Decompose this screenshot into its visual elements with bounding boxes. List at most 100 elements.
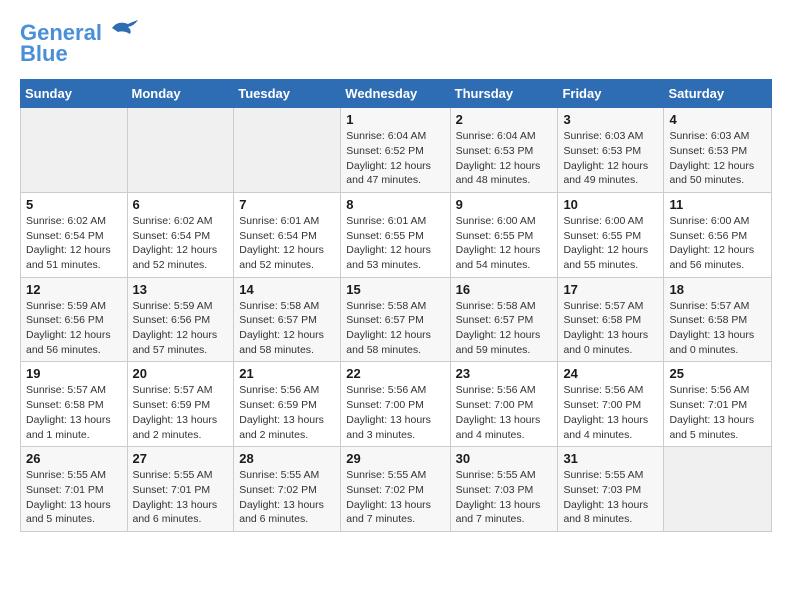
day-info: Sunrise: 5:56 AM Sunset: 6:59 PM Dayligh… xyxy=(239,383,335,442)
day-info: Sunrise: 5:55 AM Sunset: 7:01 PM Dayligh… xyxy=(133,468,229,527)
day-number: 16 xyxy=(456,282,553,297)
calendar-cell: 24 Sunrise: 5:56 AM Sunset: 7:00 PM Dayli… xyxy=(558,362,664,447)
calendar-cell: 18 Sunrise: 5:57 AM Sunset: 6:58 PM Dayli… xyxy=(664,277,772,362)
day-number: 18 xyxy=(669,282,766,297)
day-info: Sunrise: 6:03 AM Sunset: 6:53 PM Dayligh… xyxy=(669,129,766,188)
day-number: 9 xyxy=(456,197,553,212)
day-info: Sunrise: 6:01 AM Sunset: 6:54 PM Dayligh… xyxy=(239,214,335,273)
day-info: Sunrise: 5:56 AM Sunset: 7:00 PM Dayligh… xyxy=(346,383,444,442)
logo-bird-icon xyxy=(110,16,140,40)
weekday-header: Saturday xyxy=(664,80,772,108)
weekday-header: Thursday xyxy=(450,80,558,108)
calendar-cell: 8 Sunrise: 6:01 AM Sunset: 6:55 PM Daylig… xyxy=(341,192,450,277)
calendar-cell xyxy=(21,108,128,193)
calendar-cell: 4 Sunrise: 6:03 AM Sunset: 6:53 PM Daylig… xyxy=(664,108,772,193)
day-number: 10 xyxy=(563,197,658,212)
day-info: Sunrise: 5:55 AM Sunset: 7:02 PM Dayligh… xyxy=(346,468,444,527)
calendar-cell: 7Sunrise: 6:01 AM Sunset: 6:54 PM Daylig… xyxy=(234,192,341,277)
day-number: 31 xyxy=(563,451,658,466)
day-number: 11 xyxy=(669,197,766,212)
calendar-cell: 9 Sunrise: 6:00 AM Sunset: 6:55 PM Daylig… xyxy=(450,192,558,277)
day-number: 5 xyxy=(26,197,122,212)
weekday-header: Sunday xyxy=(21,80,128,108)
calendar-cell: 29 Sunrise: 5:55 AM Sunset: 7:02 PM Dayli… xyxy=(341,447,450,532)
calendar-cell: 12Sunrise: 5:59 AM Sunset: 6:56 PM Dayli… xyxy=(21,277,128,362)
calendar-cell: 23 Sunrise: 5:56 AM Sunset: 7:00 PM Dayli… xyxy=(450,362,558,447)
day-info: Sunrise: 5:55 AM Sunset: 7:03 PM Dayligh… xyxy=(456,468,553,527)
calendar-cell: 25 Sunrise: 5:56 AM Sunset: 7:01 PM Dayli… xyxy=(664,362,772,447)
day-info: Sunrise: 6:04 AM Sunset: 6:53 PM Dayligh… xyxy=(456,129,553,188)
day-number: 19 xyxy=(26,366,122,381)
day-number: 4 xyxy=(669,112,766,127)
calendar-cell xyxy=(664,447,772,532)
day-info: Sunrise: 5:56 AM Sunset: 7:00 PM Dayligh… xyxy=(563,383,658,442)
day-info: Sunrise: 6:00 AM Sunset: 6:55 PM Dayligh… xyxy=(456,214,553,273)
day-number: 24 xyxy=(563,366,658,381)
calendar-week-row: 1 Sunrise: 6:04 AM Sunset: 6:52 PM Daylig… xyxy=(21,108,772,193)
day-info: Sunrise: 5:59 AM Sunset: 6:56 PM Dayligh… xyxy=(26,299,122,358)
calendar-cell: 2 Sunrise: 6:04 AM Sunset: 6:53 PM Daylig… xyxy=(450,108,558,193)
day-info: Sunrise: 5:58 AM Sunset: 6:57 PM Dayligh… xyxy=(239,299,335,358)
day-info: Sunrise: 5:58 AM Sunset: 6:57 PM Dayligh… xyxy=(456,299,553,358)
calendar-cell: 3Sunrise: 6:03 AM Sunset: 6:53 PM Daylig… xyxy=(558,108,664,193)
day-number: 27 xyxy=(133,451,229,466)
day-number: 6 xyxy=(133,197,229,212)
calendar-cell: 31 Sunrise: 5:55 AM Sunset: 7:03 PM Dayli… xyxy=(558,447,664,532)
day-number: 2 xyxy=(456,112,553,127)
calendar-week-row: 19 Sunrise: 5:57 AM Sunset: 6:58 PM Dayli… xyxy=(21,362,772,447)
weekday-header: Friday xyxy=(558,80,664,108)
day-info: Sunrise: 6:03 AM Sunset: 6:53 PM Dayligh… xyxy=(563,129,658,188)
day-info: Sunrise: 5:55 AM Sunset: 7:03 PM Dayligh… xyxy=(563,468,658,527)
day-info: Sunrise: 6:02 AM Sunset: 6:54 PM Dayligh… xyxy=(133,214,229,273)
day-number: 15 xyxy=(346,282,444,297)
day-info: Sunrise: 5:57 AM Sunset: 6:58 PM Dayligh… xyxy=(26,383,122,442)
calendar-cell xyxy=(127,108,234,193)
day-number: 8 xyxy=(346,197,444,212)
logo: General Blue xyxy=(20,16,140,67)
day-info: Sunrise: 6:01 AM Sunset: 6:55 PM Dayligh… xyxy=(346,214,444,273)
day-number: 20 xyxy=(133,366,229,381)
calendar-cell: 1 Sunrise: 6:04 AM Sunset: 6:52 PM Daylig… xyxy=(341,108,450,193)
day-number: 29 xyxy=(346,451,444,466)
day-info: Sunrise: 5:57 AM Sunset: 6:58 PM Dayligh… xyxy=(669,299,766,358)
calendar-cell: 30 Sunrise: 5:55 AM Sunset: 7:03 PM Dayli… xyxy=(450,447,558,532)
day-number: 28 xyxy=(239,451,335,466)
page: General Blue SundayMondayTuesdayWednesda… xyxy=(0,0,792,548)
day-info: Sunrise: 5:56 AM Sunset: 7:01 PM Dayligh… xyxy=(669,383,766,442)
day-info: Sunrise: 6:04 AM Sunset: 6:52 PM Dayligh… xyxy=(346,129,444,188)
calendar-cell: 17Sunrise: 5:57 AM Sunset: 6:58 PM Dayli… xyxy=(558,277,664,362)
header: General Blue xyxy=(20,16,772,67)
weekday-header: Monday xyxy=(127,80,234,108)
calendar-cell: 13Sunrise: 5:59 AM Sunset: 6:56 PM Dayli… xyxy=(127,277,234,362)
day-number: 1 xyxy=(346,112,444,127)
day-number: 30 xyxy=(456,451,553,466)
calendar-cell: 14 Sunrise: 5:58 AM Sunset: 6:57 PM Dayli… xyxy=(234,277,341,362)
day-number: 21 xyxy=(239,366,335,381)
day-info: Sunrise: 5:55 AM Sunset: 7:02 PM Dayligh… xyxy=(239,468,335,527)
weekday-header: Wednesday xyxy=(341,80,450,108)
calendar-cell: 15 Sunrise: 5:58 AM Sunset: 6:57 PM Dayli… xyxy=(341,277,450,362)
day-number: 25 xyxy=(669,366,766,381)
day-info: Sunrise: 5:57 AM Sunset: 6:59 PM Dayligh… xyxy=(133,383,229,442)
calendar-cell: 26Sunrise: 5:55 AM Sunset: 7:01 PM Dayli… xyxy=(21,447,128,532)
calendar-cell xyxy=(234,108,341,193)
day-info: Sunrise: 5:56 AM Sunset: 7:00 PM Dayligh… xyxy=(456,383,553,442)
calendar-cell: 27 Sunrise: 5:55 AM Sunset: 7:01 PM Dayli… xyxy=(127,447,234,532)
day-number: 14 xyxy=(239,282,335,297)
calendar-table: SundayMondayTuesdayWednesdayThursdayFrid… xyxy=(20,79,772,532)
day-info: Sunrise: 5:57 AM Sunset: 6:58 PM Dayligh… xyxy=(563,299,658,358)
calendar-cell: 16 Sunrise: 5:58 AM Sunset: 6:57 PM Dayli… xyxy=(450,277,558,362)
calendar-cell: 11 Sunrise: 6:00 AM Sunset: 6:56 PM Dayli… xyxy=(664,192,772,277)
day-number: 13 xyxy=(133,282,229,297)
calendar-cell: 19 Sunrise: 5:57 AM Sunset: 6:58 PM Dayli… xyxy=(21,362,128,447)
calendar-cell: 20 Sunrise: 5:57 AM Sunset: 6:59 PM Dayli… xyxy=(127,362,234,447)
day-info: Sunrise: 5:58 AM Sunset: 6:57 PM Dayligh… xyxy=(346,299,444,358)
calendar-week-row: 12Sunrise: 5:59 AM Sunset: 6:56 PM Dayli… xyxy=(21,277,772,362)
day-number: 26 xyxy=(26,451,122,466)
calendar-week-row: 26 Sunrise: 5:55 AM Sunset: 7:01 PM Dayli… xyxy=(21,447,772,532)
calendar-cell: 10 Sunrise: 6:00 AM Sunset: 6:55 PM Dayli… xyxy=(558,192,664,277)
day-info: Sunrise: 6:00 AM Sunset: 6:56 PM Dayligh… xyxy=(669,214,766,273)
day-number: 23 xyxy=(456,366,553,381)
day-info: Sunrise: 6:00 AM Sunset: 6:55 PM Dayligh… xyxy=(563,214,658,273)
day-number: 22 xyxy=(346,366,444,381)
